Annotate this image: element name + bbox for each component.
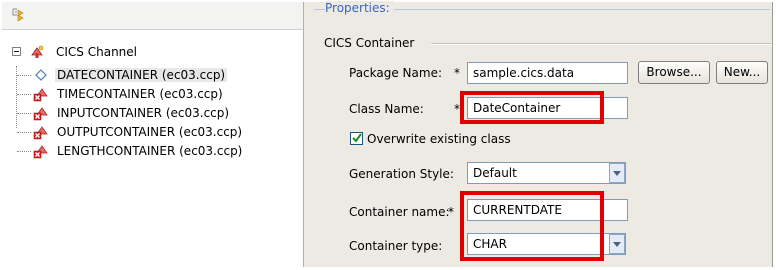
tree-pane: CICS Channel DATECONTAINER (ec03.ccp) TI… [2,2,304,267]
class-name-highlight [460,91,604,124]
tree-item-label: TIMECONTAINER (ec03.ccp) [57,87,223,101]
class-name-label: Class Name: [349,102,424,116]
chevron-down-icon[interactable] [609,234,625,254]
generation-style-select[interactable]: Default [467,162,626,184]
required-marker: * [448,205,454,219]
tree-toolbar [2,2,303,30]
tree-connector [17,132,31,133]
tree-root-label: CICS Channel [56,45,137,59]
group-divider [431,43,771,45]
collapse-toggle[interactable] [12,47,21,56]
diamond-icon [35,69,47,81]
collapse-all-icon[interactable] [11,7,27,23]
properties-header: Properties: [325,1,394,15]
tree-connector [17,113,31,114]
checkmark-icon [352,133,362,143]
tree-item-label: INPUTCONTAINER (ec03.ccp) [57,106,230,120]
group-title: CICS Container [324,36,415,50]
tree-item-label: DATECONTAINER (ec03.ccp) [55,68,228,82]
package-name-label: Package Name: [349,66,442,80]
package-name-input[interactable]: sample.cics.data [467,62,628,84]
required-marker: * [454,66,460,80]
chevron-down-icon[interactable] [609,163,625,183]
browse-button[interactable]: Browse... [638,61,710,84]
container-error-icon [33,88,48,102]
tree-connector [17,75,31,76]
properties-pane: Properties: CICS Container Package Name:… [304,1,772,267]
container-error-icon [33,145,48,159]
overwrite-checkbox[interactable] [350,132,363,145]
channel-icon [31,45,44,58]
generation-style-label: Generation Style: [349,167,454,181]
container-error-icon [33,126,48,140]
overwrite-label[interactable]: Overwrite existing class [367,132,511,146]
tree-connector [17,151,31,152]
container-type-label: Container type: [349,239,443,253]
container-name-label: Container name: [349,205,450,219]
tree-item-label: OUTPUTCONTAINER (ec03.ccp) [57,125,243,139]
tree-connector [17,94,31,95]
tree-item-label: LENGTHCONTAINER (ec03.ccp) [57,144,243,158]
container-highlight [460,191,604,261]
container-error-icon [33,107,48,121]
new-button[interactable]: New... [716,61,768,84]
